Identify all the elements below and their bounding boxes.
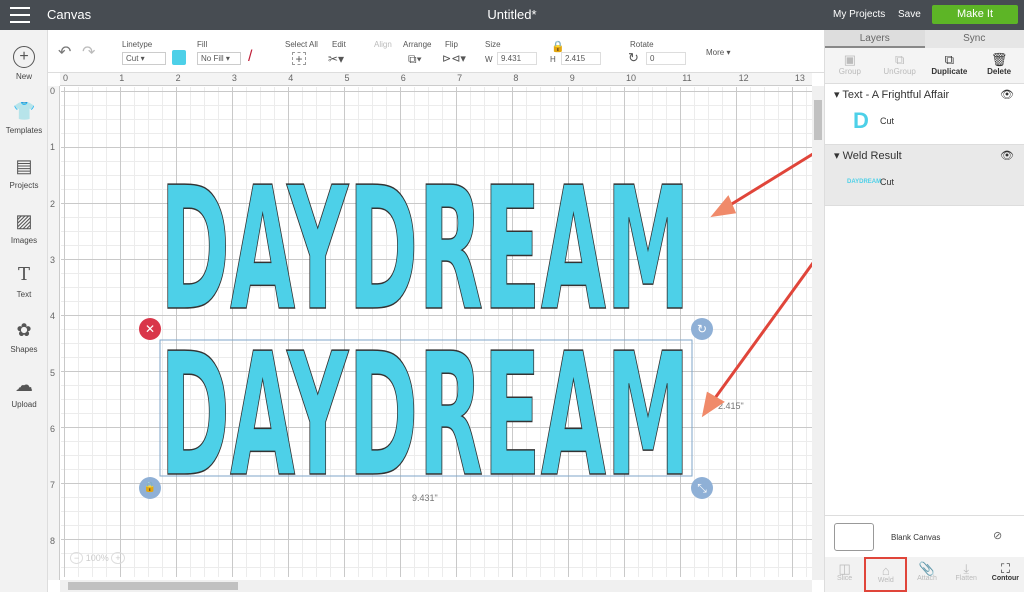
canvas-color-swatch[interactable] — [834, 523, 874, 551]
contour-icon: ⛶ — [1000, 561, 1010, 576]
zoom-in-icon[interactable]: + — [111, 552, 125, 564]
contour-label: Contour — [991, 575, 1020, 582]
width-dimension-label: 9.431" — [412, 493, 438, 503]
ungroup-icon: ⧉ — [894, 52, 905, 67]
blank-canvas-label: Blank Canvas — [891, 533, 941, 542]
zoom-controls: − 100% + — [70, 549, 138, 567]
expand-triangle-icon[interactable]: ▾ — [834, 150, 840, 162]
weld-button[interactable]: ⌂ Weld — [864, 557, 908, 592]
slice-button[interactable]: ◫ Slice — [825, 557, 864, 592]
duplicate-label: Duplicate — [931, 67, 968, 76]
zoom-out-icon[interactable]: − — [70, 552, 84, 564]
layer-name: Text - A Frightful Affair — [842, 89, 950, 101]
flatten-button[interactable]: ⤓ Flatten — [947, 557, 986, 592]
layer-operation: Cut — [880, 177, 895, 187]
flatten-icon: ⤓ — [963, 561, 970, 576]
hidden-eye-icon[interactable]: ⊘ — [993, 529, 1002, 542]
group-icon: ▣ — [843, 52, 857, 67]
flatten-label: Flatten — [955, 575, 977, 582]
tab-sync[interactable]: Sync — [925, 30, 1024, 48]
layer-text-frightful-affair[interactable]: ▾ Text - A Frightful Affair 👁 D Cut — [825, 84, 1024, 144]
rotate-handle-icon[interactable]: ↻ — [691, 318, 713, 340]
layer-thumbnail: D — [853, 108, 869, 133]
attach-label: Attach — [917, 575, 937, 582]
contour-button[interactable]: ⛶ Contour — [986, 557, 1024, 592]
eye-icon[interactable]: 👁 — [1000, 84, 1014, 106]
horizontal-scrollbar[interactable] — [60, 580, 812, 592]
group-label: Group — [838, 67, 861, 76]
layers-panel: Layers Sync ▣ Group ⧉ UnGroup ⧉ Duplicate 🗑… — [824, 30, 1024, 592]
zoom-level: 100% — [85, 553, 109, 563]
expand-triangle-icon[interactable]: ▾ — [834, 89, 840, 101]
design-text-bottom[interactable]: DAYDREAM — [159, 316, 691, 516]
vertical-scrollbar[interactable] — [812, 86, 824, 580]
layer-thumbnail: DAYDREAM — [847, 179, 882, 185]
delete-button[interactable]: 🗑 Delete — [974, 48, 1024, 83]
weld-label: Weld — [877, 577, 894, 584]
tab-layers[interactable]: Layers — [825, 30, 925, 48]
slice-label: Slice — [837, 575, 853, 582]
layer-weld-result[interactable]: ▾ Weld Result 👁 DAYDREAM Cut — [825, 144, 1024, 206]
weld-icon: ⌂ — [881, 563, 890, 578]
layer-operation: Cut — [880, 116, 895, 126]
ungroup-button[interactable]: ⧉ UnGroup — [875, 48, 925, 83]
layer-name: Weld Result — [842, 150, 902, 162]
delete-handle-icon[interactable]: ✕ — [139, 318, 161, 340]
resize-handle-icon[interactable]: ⤡ — [691, 477, 713, 499]
trash-icon: 🗑 — [990, 52, 1008, 67]
blank-canvas-row[interactable]: Blank Canvas ⊘ — [825, 515, 1024, 557]
slice-icon: ◫ — [838, 561, 851, 576]
eye-icon[interactable]: 👁 — [1000, 145, 1014, 167]
lock-handle-icon[interactable]: 🔒 — [139, 477, 161, 499]
ungroup-label: UnGroup — [883, 67, 916, 76]
duplicate-icon: ⧉ — [944, 52, 955, 67]
paperclip-icon: 📎 — [918, 561, 936, 576]
group-button[interactable]: ▣ Group — [825, 48, 875, 83]
duplicate-button[interactable]: ⧉ Duplicate — [925, 48, 975, 83]
delete-label: Delete — [987, 67, 1012, 76]
attach-button[interactable]: 📎 Attach — [907, 557, 946, 592]
